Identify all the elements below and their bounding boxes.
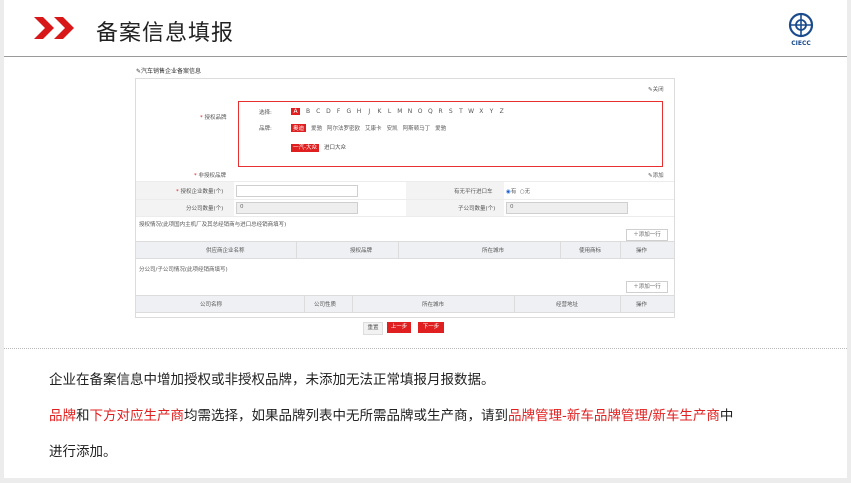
- brand-list: 奥迪 爱驰 阿尔法罗密欧 艾康卡 安凯 阿斯顿马丁 爱驰: [291, 124, 451, 132]
- note-line-2: 品牌和下方对应生产商均需选择，如果品牌列表中无所需品牌或生产商，请到品牌管理-新…: [49, 404, 733, 424]
- add-row-button[interactable]: ＋添加一行: [626, 229, 668, 241]
- branch-row: 分公司数量(个) 0 子公司数量(个) 0: [136, 200, 674, 217]
- add-row-button[interactable]: ＋添加一行: [626, 281, 668, 293]
- import-radio-group: ◉有 ○无: [506, 189, 531, 195]
- letter-filter: ABCDFGHJKLMNOQRSTWXYZ: [291, 108, 507, 115]
- import-label: 有无平行进口车: [454, 189, 493, 195]
- dotted-divider: [4, 348, 847, 349]
- letter-filter-z[interactable]: Z: [497, 108, 507, 115]
- slide: 备案信息填报 CIECC ✎汽车销售企业备案信息 ✎关闭 * 授权品牌 选择: …: [4, 0, 847, 478]
- note-line-1: 企业在备案信息中增加授权或非授权品牌，未添加无法正常填报月报数据。: [49, 372, 495, 388]
- brand-option[interactable]: 阿斯顿马丁: [403, 124, 431, 132]
- column-divider: [514, 296, 515, 312]
- branch-count-label: 分公司数量(个): [186, 206, 224, 212]
- record-form-screenshot: ✎汽车销售企业备案信息 ✎关闭 * 授权品牌 选择: ABCDFGHJKLMNO…: [132, 64, 675, 335]
- sub-count-input[interactable]: 0: [506, 202, 628, 214]
- column-divider: [296, 242, 297, 258]
- note-segment: 下方对应生产商: [89, 408, 185, 424]
- table-column-header: 使用商标: [579, 248, 602, 254]
- letter-filter-c[interactable]: C: [313, 108, 323, 115]
- letter-filter-n[interactable]: N: [405, 108, 415, 115]
- brand-option[interactable]: 爱驰: [311, 124, 322, 132]
- letter-filter-g[interactable]: G: [344, 108, 354, 115]
- non-auth-brand-label: * 非授权品牌: [194, 173, 227, 179]
- header: 备案信息填报 CIECC: [4, 0, 847, 56]
- table-column-header: 所在城市: [422, 302, 445, 308]
- letter-filter-l[interactable]: L: [385, 108, 395, 115]
- chevron-double-icon: [34, 17, 74, 39]
- table-column-header: 经营地址: [556, 302, 579, 308]
- brand-option[interactable]: 爱驰: [435, 124, 446, 132]
- letter-filter-r[interactable]: R: [435, 108, 445, 115]
- table-column-header: 供应商企业名称: [206, 248, 245, 254]
- column-divider: [620, 242, 621, 258]
- maker-option[interactable]: 进口大众: [324, 145, 346, 151]
- letter-filter-m[interactable]: M: [395, 108, 405, 115]
- next-button[interactable]: 下一步: [418, 322, 444, 333]
- ciecc-logo-icon: [788, 12, 814, 38]
- table-column-header: 所在城市: [482, 248, 505, 254]
- letter-filter-k[interactable]: K: [374, 108, 384, 115]
- letter-filter-j[interactable]: J: [364, 108, 374, 115]
- table-column-header: 公司名称: [200, 302, 223, 308]
- brand-option[interactable]: 艾康卡: [365, 124, 382, 132]
- select-label: 选择:: [259, 110, 272, 116]
- maker-list: 一汽-大众 进口大众: [291, 143, 346, 152]
- logo-text: CIECC: [791, 40, 811, 47]
- note-segment: 品牌: [49, 408, 76, 424]
- page-title: 备案信息填报: [96, 21, 235, 46]
- letter-filter-b[interactable]: B: [303, 108, 313, 115]
- note-segment: 中: [719, 408, 734, 424]
- letter-filter-x[interactable]: X: [476, 108, 486, 115]
- note-segment: 和: [76, 408, 90, 424]
- reset-button[interactable]: 重置: [363, 322, 383, 335]
- brand-option[interactable]: 安凯: [387, 124, 398, 132]
- close-button[interactable]: ✎关闭: [648, 85, 664, 93]
- brand-label: 品牌:: [259, 126, 272, 132]
- letter-filter-s[interactable]: S: [446, 108, 456, 115]
- ciecc-logo: CIECC: [786, 12, 816, 50]
- add-brand-button[interactable]: ✎添加: [648, 171, 664, 179]
- header-divider: [4, 56, 847, 57]
- letter-filter-w[interactable]: W: [466, 108, 476, 115]
- form-box: ✎关闭 * 授权品牌 选择: ABCDFGHJKLMNOQRSTWXYZ 品牌:…: [135, 78, 675, 318]
- brand-option[interactable]: 奥迪: [291, 124, 307, 132]
- branch-table-header: 公司名称 公司性质 所在城市 经营地址 操作: [136, 295, 674, 313]
- table-column-header: 操作: [636, 302, 648, 308]
- prev-button[interactable]: 上一步: [387, 322, 411, 333]
- maker-option[interactable]: 一汽-大众: [291, 144, 319, 152]
- auth-count-input[interactable]: [236, 185, 358, 197]
- table-column-header: 操作: [636, 248, 648, 254]
- column-divider: [304, 296, 305, 312]
- auth-brand-label: * 授权品牌: [200, 115, 227, 121]
- column-divider: [352, 296, 353, 312]
- letter-filter-h[interactable]: H: [354, 108, 364, 115]
- column-divider: [398, 242, 399, 258]
- letter-filter-o[interactable]: O: [415, 108, 425, 115]
- note-line-3: 进行添加。: [49, 444, 117, 460]
- auth-count-label: * 授权企业数量(个): [176, 189, 224, 195]
- letter-filter-a[interactable]: A: [291, 108, 300, 115]
- note-segment: 均需选择，如果品牌列表中无所需品牌或生产商，请到: [184, 408, 508, 424]
- non-auth-row: * 非授权品牌 ✎添加: [136, 167, 674, 182]
- letter-filter-q[interactable]: Q: [425, 108, 435, 115]
- letter-filter-d[interactable]: D: [323, 108, 333, 115]
- column-divider: [620, 296, 621, 312]
- branch-section-title: 分公司/子公司情况(此项经销商填写): [139, 267, 228, 273]
- letter-filter-t[interactable]: T: [456, 108, 466, 115]
- letter-filter-y[interactable]: Y: [486, 108, 496, 115]
- note-segment: 品牌管理-新车品牌管理/新车生产商: [508, 408, 720, 424]
- auth-table-header: 供应商企业名称 授权品牌 所在城市 使用商标 操作: [136, 241, 674, 259]
- letter-filter-f[interactable]: F: [334, 108, 344, 115]
- table-column-header: 授权品牌: [350, 248, 373, 254]
- sub-count-label: 子公司数量(个): [458, 206, 496, 212]
- brand-option[interactable]: 阿尔法罗密欧: [327, 124, 360, 132]
- branch-count-input[interactable]: 0: [236, 202, 358, 214]
- brand-selector: 选择: ABCDFGHJKLMNOQRSTWXYZ 品牌: 奥迪 爱驰 阿尔法罗密欧…: [238, 101, 663, 167]
- column-divider: [560, 242, 561, 258]
- form-section-title: ✎汽车销售企业备案信息: [136, 68, 202, 75]
- table-column-header: 公司性质: [314, 302, 337, 308]
- count-row: * 授权企业数量(个) 有无平行进口车 ◉有 ○无: [136, 182, 674, 200]
- auth-section-title: 授权情况(此项国内主机厂及其总经销商与进口总经销商填写): [139, 222, 287, 228]
